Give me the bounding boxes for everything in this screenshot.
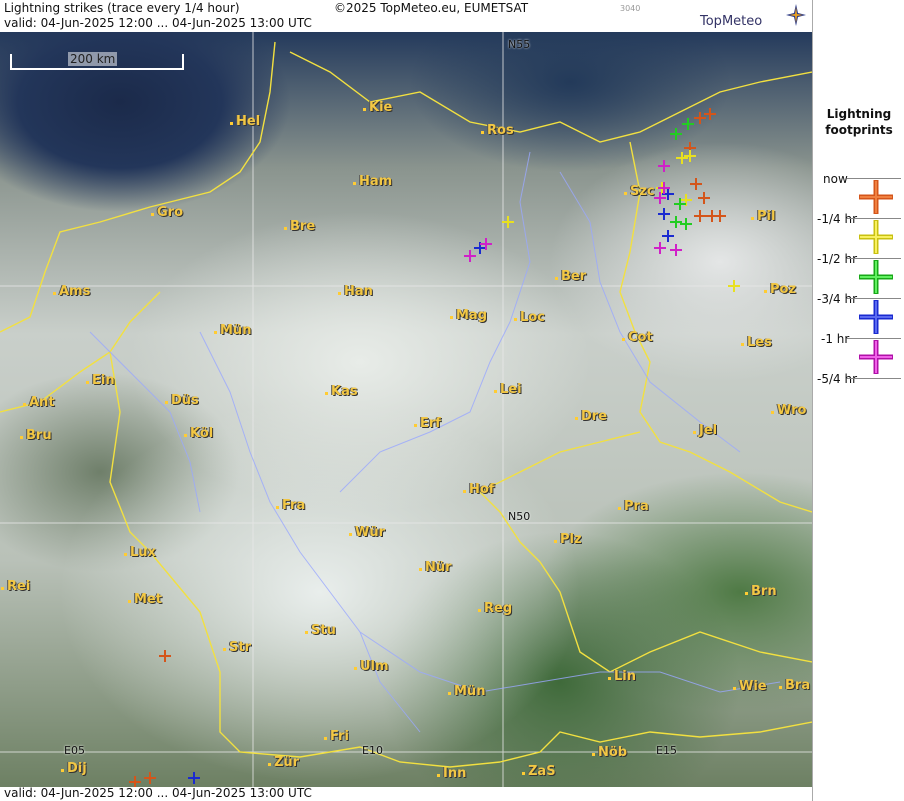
legend-label: -1/2 hr <box>817 252 857 266</box>
city-label[interactable]: Bra <box>778 678 810 693</box>
legend-entry: -1/4 hr <box>813 206 904 254</box>
city-label[interactable]: Ant <box>23 395 55 410</box>
city-label[interactable]: Köl <box>183 426 213 441</box>
legend-label: -5/4 hr <box>817 372 857 386</box>
city-label[interactable]: Kie <box>362 100 392 115</box>
legend-label: -1/4 hr <box>817 212 857 226</box>
city-label[interactable]: Kas <box>325 384 358 399</box>
city-label[interactable]: Lin <box>608 669 636 684</box>
city-label[interactable]: Reg <box>477 601 512 616</box>
city-label[interactable]: Les <box>741 335 772 350</box>
logo-text: TopMeteo <box>700 14 763 29</box>
city-label[interactable]: Plz <box>554 532 582 547</box>
city-label[interactable]: Stu <box>305 623 336 638</box>
valid-time: valid: 04-Jun-2025 12:00 ... 04-Jun-2025… <box>4 16 312 30</box>
copyright: ©2025 TopMeteo.eu, EUMETSAT <box>334 1 529 15</box>
city-label[interactable]: Bre <box>283 219 315 234</box>
city-label[interactable]: Bru <box>20 428 52 443</box>
city-label[interactable]: Ros <box>481 123 514 138</box>
legend-entry: -5/4 hr <box>813 366 904 406</box>
city-label[interactable]: ZaS <box>522 764 556 779</box>
grid-label-n50: N50 <box>508 510 531 523</box>
grid-label-e05: E05 <box>64 744 85 757</box>
city-label[interactable]: Poz <box>763 282 796 297</box>
city-label[interactable]: Mag <box>449 308 487 323</box>
city-label[interactable]: Pra <box>618 499 649 514</box>
scale-bar: 200 km <box>10 52 184 70</box>
city-label[interactable]: Lux <box>124 545 156 560</box>
legend-title-line2: footprints <box>825 123 893 137</box>
scale-label: 200 km <box>68 52 118 66</box>
city-label[interactable]: Mün <box>213 323 251 338</box>
city-label[interactable]: Ams <box>52 284 90 299</box>
city-label[interactable]: Brn <box>745 584 777 599</box>
city-label[interactable]: Düs <box>165 393 199 408</box>
legend-label: now <box>823 172 848 186</box>
city-label[interactable]: Ham <box>352 174 392 189</box>
topmeteo-logo[interactable]: TopMeteo <box>696 4 806 30</box>
grid-label-n55: N55 <box>508 38 531 51</box>
legend-label: -3/4 hr <box>817 292 857 306</box>
city-label[interactable]: Rei <box>0 579 30 594</box>
city-label[interactable]: Nöb <box>591 745 627 760</box>
city-label[interactable]: Dre <box>574 409 607 424</box>
city-label[interactable]: Ulm <box>354 659 389 674</box>
legend-title: Lightning footprints <box>813 106 904 138</box>
city-label[interactable]: Fri <box>324 729 349 744</box>
footer-valid-time: valid: 04-Jun-2025 12:00 ... 04-Jun-2025… <box>4 786 312 800</box>
city-label[interactable]: Wie <box>733 679 767 694</box>
legend-entry: -3/4 hr <box>813 286 904 334</box>
city-label[interactable]: Pil <box>750 209 775 224</box>
city-label[interactable]: Lei <box>494 382 522 397</box>
city-label[interactable]: Hof <box>462 482 494 497</box>
compass-icon <box>786 4 806 26</box>
legend-entry: -1/2 hr <box>813 246 904 294</box>
city-label[interactable]: Nür <box>419 560 452 575</box>
city-label[interactable]: Gro <box>150 205 183 220</box>
city-label[interactable]: Cot <box>622 330 653 345</box>
city-label[interactable]: Szc <box>624 184 655 199</box>
city-label[interactable]: Han <box>338 284 373 299</box>
city-label[interactable]: Wro <box>770 403 806 418</box>
city-label[interactable]: Zür <box>267 755 299 770</box>
header-bar: Lightning strikes (trace every 1/4 hour)… <box>0 0 812 33</box>
legend-entry: -1 hr <box>813 326 904 374</box>
map-code: 3040 <box>620 4 641 13</box>
city-label[interactable]: Ber <box>554 269 586 284</box>
city-label[interactable]: Mün <box>447 684 485 699</box>
footer-bar: valid: 04-Jun-2025 12:00 ... 04-Jun-2025… <box>0 786 812 801</box>
city-label[interactable]: Loc <box>514 310 545 325</box>
grid-label-e15: E15 <box>656 744 677 757</box>
legend-title-line1: Lightning <box>826 107 892 121</box>
city-label[interactable]: Met <box>128 592 162 607</box>
city-label[interactable]: Wür <box>348 525 385 540</box>
city-label[interactable]: Dij <box>61 761 87 776</box>
lightning-legend: Lightning footprints now -1/4 hr -1/2 hr… <box>812 0 904 801</box>
city-label[interactable]: Fra <box>275 498 305 513</box>
city-label[interactable]: Ein <box>86 373 115 388</box>
satellite-map[interactable]: 200 km N55 N50 E05 E10 E15 Kie Hel Ros H… <box>0 32 812 787</box>
city-label[interactable]: Erf <box>414 416 441 431</box>
grid-label-e10: E10 <box>362 744 383 757</box>
city-label[interactable]: Jel <box>692 423 717 438</box>
legend-label: -1 hr <box>821 332 850 346</box>
legend-entry: now <box>813 166 904 214</box>
map-title: Lightning strikes (trace every 1/4 hour) <box>4 1 240 15</box>
city-label[interactable]: Inn <box>436 766 466 781</box>
rivers <box>89 151 781 733</box>
map-overlay <box>0 32 812 787</box>
city-label[interactable]: Str <box>223 640 251 655</box>
city-label[interactable]: Hel <box>229 114 260 129</box>
